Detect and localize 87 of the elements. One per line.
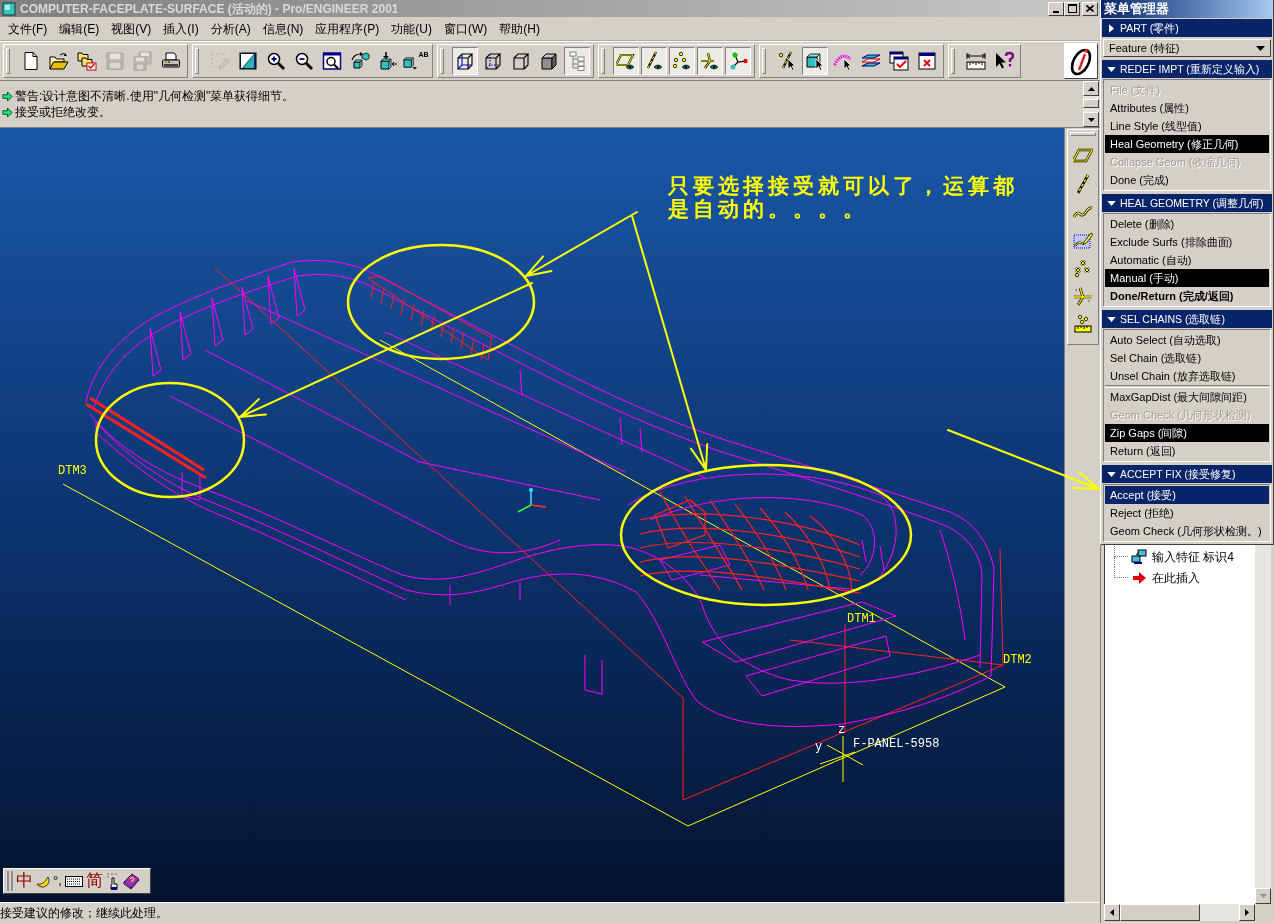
menu-item[interactable]: Auto Select (自动选取) — [1105, 331, 1269, 349]
annotation-text: 只要选择接受就可以了，运算都是自动的。。。。 — [668, 174, 1019, 220]
menu-item[interactable]: 分析(A) — [204, 19, 257, 38]
menu-item[interactable]: 帮助(H) — [493, 19, 546, 38]
menu-section-header[interactable]: PART (零件) — [1102, 19, 1272, 37]
down-arrow-icon — [1259, 894, 1267, 898]
crosses-ruler-icon — [1073, 314, 1093, 334]
menu-item[interactable]: 插入(I) — [157, 19, 205, 38]
scroll-left-button[interactable] — [1104, 904, 1120, 921]
up-arrow-icon — [1087, 86, 1095, 91]
menu-item[interactable]: Return (返回) — [1105, 442, 1269, 460]
axes-icon — [1073, 286, 1093, 306]
maximize-icon — [1067, 4, 1077, 13]
menu-item[interactable]: Done (完成) — [1105, 171, 1269, 189]
menu-manager-title: 菜单管理器 — [1101, 0, 1273, 18]
scroll-up-button[interactable] — [1083, 81, 1099, 96]
scrollbar-thumb[interactable] — [1083, 99, 1099, 108]
arrow-icon — [1132, 571, 1146, 584]
tree-item[interactable]: 在此插入 — [1152, 569, 1200, 586]
grid-pencil-icon — [1073, 230, 1093, 250]
scrollbar-thumb[interactable] — [1120, 904, 1200, 921]
menu-item[interactable]: 信息(N) — [256, 19, 310, 38]
axis-label: z — [838, 723, 846, 737]
scroll-down-button[interactable] — [1255, 888, 1271, 904]
menu-item[interactable]: 应用程序(P) — [309, 19, 386, 38]
menu-item[interactable]: 功能(U) — [385, 19, 438, 38]
menu-section-header[interactable]: SEL CHAINS (选取链) — [1102, 310, 1272, 328]
menu-item[interactable]: 编辑(E) — [53, 19, 106, 38]
menu-item[interactable]: Manual (手动) — [1105, 269, 1269, 287]
menu-item[interactable]: Attributes (属性) — [1105, 99, 1269, 117]
menu-item[interactable]: Exclude Surfs (排除曲面) — [1105, 233, 1269, 251]
scroll-down-button[interactable] — [1083, 112, 1099, 127]
scrollbar[interactable] — [1083, 81, 1099, 127]
message-text: 接受或拒绝改变。 — [15, 104, 111, 120]
keyboard-icon — [64, 875, 83, 887]
down-arrow-icon — [1087, 117, 1095, 122]
message-arrow-icon — [2, 106, 13, 118]
app-icon — [2, 1, 16, 16]
scroll-right-button[interactable] — [1239, 904, 1255, 921]
message-text: 警告:设计意图不清晰.使用"几何检测"菜单获得细节。 — [15, 88, 295, 104]
datum-label: DTM3 — [58, 464, 87, 478]
maximize-button[interactable] — [1064, 1, 1080, 16]
menu-item[interactable]: Zip Gaps (间隙) — [1105, 424, 1269, 442]
menu-item[interactable]: 视图(V) — [105, 19, 158, 38]
minimize-icon — [1053, 10, 1059, 13]
scrollbar[interactable] — [1104, 904, 1255, 921]
axis-label: y — [815, 740, 823, 754]
menu-section-header[interactable]: REDEF IMPT (重新定义输入) — [1102, 60, 1272, 78]
close-icon — [1086, 5, 1094, 12]
menu-item[interactable]: Heal Geometry (修正几何) — [1105, 135, 1269, 153]
menu-item[interactable]: MaxGapDist (最大间隙间距) — [1105, 388, 1269, 406]
menu-item[interactable]: Reject (拒绝) — [1105, 504, 1269, 522]
window-title: COMPUTER-FACEPLATE-SURFACE (活动的) - Pro/ENGINEER 2001 — [20, 0, 399, 17]
menu-item[interactable]: Unsel Chain (放弃选取链) — [1105, 367, 1269, 385]
minimize-button[interactable] — [1048, 1, 1064, 16]
crescent-moon-icon — [36, 874, 50, 888]
menu-item[interactable]: 窗口(W) — [438, 19, 494, 38]
menu-item[interactable]: Sel Chain (选取链) — [1105, 349, 1269, 367]
menu-item[interactable]: Done/Return (完成/返回) — [1105, 287, 1269, 305]
dropdown-arrow-icon — [1256, 45, 1265, 51]
close-button[interactable] — [1082, 1, 1098, 16]
menu-item[interactable]: 文件(F) — [2, 19, 54, 38]
scrollbar[interactable] — [1255, 545, 1271, 904]
menu-dropdown[interactable]: Feature (特征) — [1103, 39, 1271, 57]
tree-item[interactable]: 输入特征 标识4 — [1152, 548, 1234, 565]
book-icon — [122, 872, 140, 890]
hand-pointer-icon — [105, 872, 120, 890]
right-arrow-icon — [1245, 909, 1249, 916]
menu-item[interactable]: Accept (接受) — [1105, 486, 1269, 504]
menu-item[interactable]: Automatic (自动) — [1105, 251, 1269, 269]
menu-item[interactable]: Geom Check (几何形状检测。) — [1105, 522, 1269, 540]
axis-triad-icon — [517, 488, 547, 513]
menu-item[interactable]: Line Style (线型值) — [1105, 117, 1269, 135]
crosses-icon — [1073, 258, 1093, 278]
status-message: 接受建议的修改；继续此处理。 — [0, 905, 168, 921]
message-arrow-icon — [2, 90, 13, 102]
menu-item[interactable]: Delete (删除) — [1105, 215, 1269, 233]
toolbar-handle[interactable] — [7, 871, 13, 891]
menu-section-header[interactable]: HEAL GEOMETRY (调整几何) — [1102, 194, 1272, 212]
datum-label: DTM1 — [847, 612, 876, 626]
punctuation-toggle[interactable]: °, — [53, 872, 62, 890]
linked-boxes-icon — [1131, 548, 1147, 565]
menu-section-header[interactable]: ACCEPT FIX (接受修复) — [1102, 465, 1272, 483]
input-mode-toggle[interactable]: 中 — [16, 871, 33, 891]
left-arrow-icon — [1110, 909, 1114, 916]
datum-label: DTM2 — [1003, 653, 1032, 667]
charset-toggle[interactable]: 简 — [85, 871, 103, 891]
